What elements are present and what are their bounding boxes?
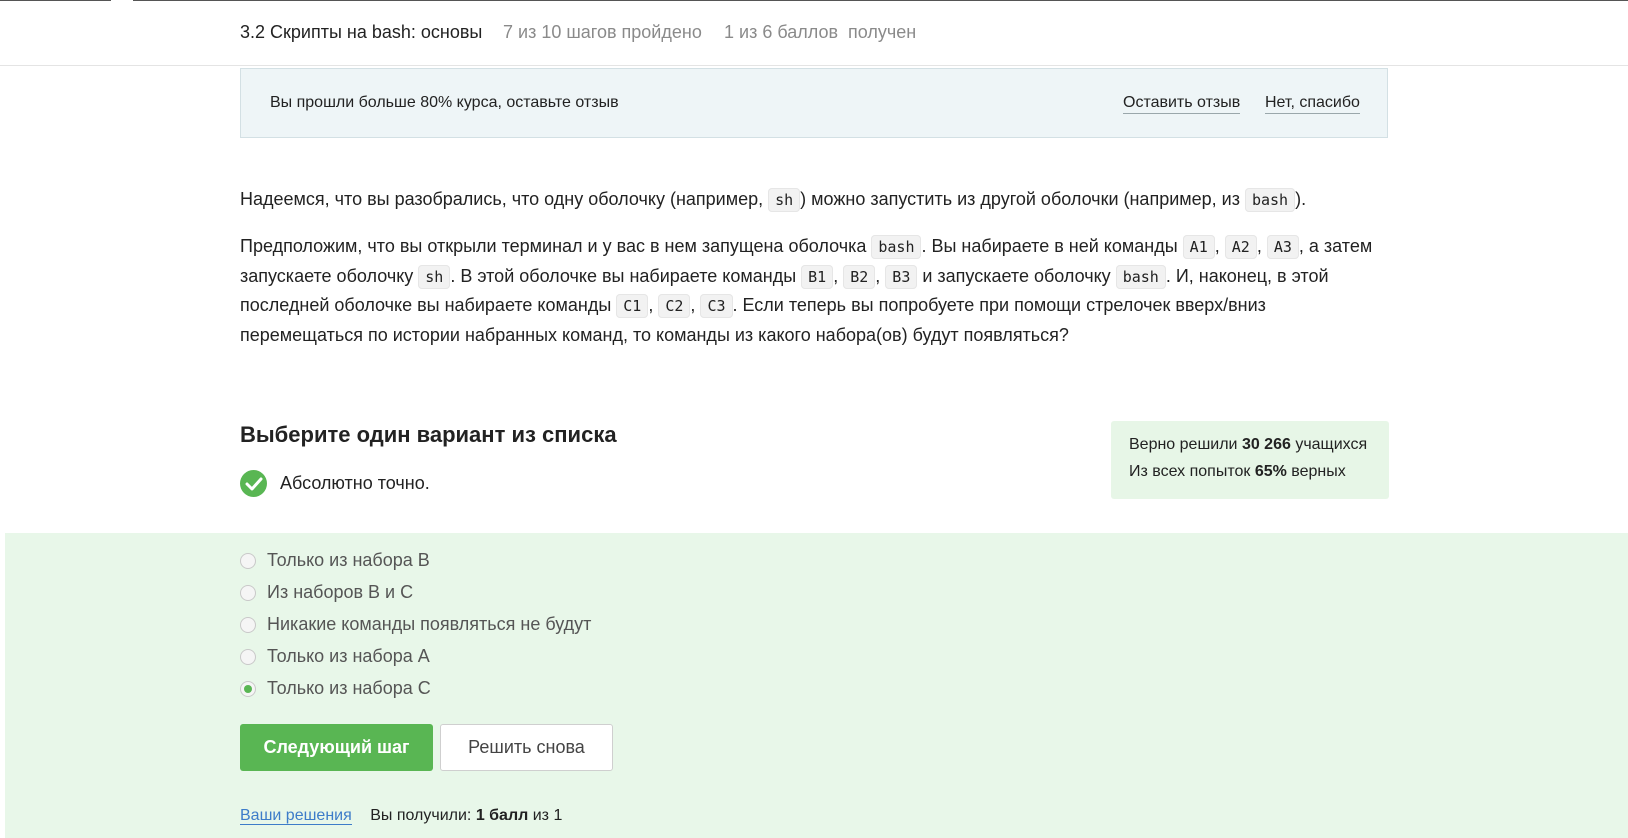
feedback-message: Вы прошли больше 80% курса, оставьте отз… — [270, 94, 619, 111]
option-label: Только из набора C — [267, 678, 431, 698]
code-sh: sh — [418, 264, 451, 289]
text-span: ). — [1295, 189, 1307, 209]
radio-button-selected[interactable] — [240, 681, 256, 697]
separator: , — [1214, 236, 1225, 256]
code-c2: C2 — [658, 294, 691, 319]
separator: , — [690, 295, 701, 316]
text-span: Надеемся, что вы разобрались, что одну о… — [240, 189, 769, 209]
radio-button[interactable] — [240, 649, 256, 665]
option-label: Только из набора B — [267, 550, 430, 570]
feedback-banner: Вы прошли больше 80% курса, оставьте отз… — [240, 68, 1388, 138]
text-span: Предположим, что вы открыли терминал и у… — [240, 236, 872, 256]
lesson-title[interactable]: 3.2 Скрипты на bash: основы — [240, 22, 482, 43]
retry-button[interactable]: Решить снова — [440, 724, 613, 771]
checkmark-icon — [245, 477, 263, 491]
attempts-percent: 65% — [1254, 463, 1287, 480]
received-value: 1 балл — [475, 807, 529, 824]
check-circle-icon — [240, 470, 267, 497]
result-text: Абсолютно точно. — [280, 473, 430, 493]
radio-button[interactable] — [240, 617, 256, 633]
code-c3: C3 — [700, 294, 733, 319]
radio-button[interactable] — [240, 585, 256, 601]
next-step-button[interactable]: Следующий шаг — [240, 724, 433, 771]
submission-footer: Ваши решения Вы получили: 1 балл из 1 — [240, 807, 562, 825]
text-span: и запускаете оболочку — [917, 265, 1116, 286]
stats-box: Верно решили 30 266 учащихся Из всех поп… — [1111, 421, 1389, 499]
code-bash: bash — [1244, 188, 1296, 212]
code-a1: A1 — [1182, 235, 1215, 259]
option-label: Никакие команды появляться не будут — [267, 614, 592, 634]
attempts-stat: Из всех попыток 65% верных — [1129, 463, 1346, 481]
code-b3: B3 — [885, 264, 918, 289]
code-bash: bash — [871, 235, 922, 259]
option-label: Из наборов B и C — [267, 582, 414, 602]
radio-button[interactable] — [240, 553, 256, 569]
received-label: Вы получили: — [370, 807, 476, 824]
code-c1: C1 — [616, 294, 649, 319]
question-paragraph: Предположим, что вы открыли терминал и у… — [240, 232, 1390, 350]
text-span: . Вы набираете в ней команды — [921, 236, 1183, 256]
separator: , — [648, 295, 659, 316]
stat-text: Верно решили — [1129, 436, 1242, 453]
text-span: ) можно запустить из другой оболочки (на… — [800, 189, 1245, 209]
stat-text: верных — [1286, 463, 1346, 480]
points-progress: 1 из 6 баллов получен — [724, 22, 917, 42]
code-a3: A3 — [1266, 235, 1299, 259]
text-span: . В этой оболочке вы набираете команды — [450, 265, 802, 286]
your-solutions-link[interactable]: Ваши решения — [240, 807, 352, 825]
code-a2: A2 — [1224, 235, 1257, 259]
received-suffix: из 1 — [528, 807, 563, 824]
code-bash: bash — [1115, 264, 1166, 289]
code-sh: sh — [768, 188, 801, 212]
solved-stat: Верно решили 30 266 учащихся — [1129, 436, 1367, 454]
stat-text: учащихся — [1290, 436, 1368, 453]
code-b1: B1 — [801, 264, 834, 289]
solved-count: 30 266 — [1241, 436, 1291, 453]
stat-text: Из всех попыток — [1129, 463, 1255, 480]
leave-feedback-link[interactable]: Оставить отзыв — [1123, 94, 1241, 114]
no-thanks-link[interactable]: Нет, спасибо — [1265, 94, 1360, 114]
separator: , — [833, 265, 844, 286]
option-label: Только из набора A — [267, 646, 430, 666]
code-b2: B2 — [843, 264, 876, 289]
steps-progress: 7 из 10 шагов пройдено — [503, 22, 702, 42]
lesson-header: 3.2 Скрипты на bash: основы 7 из 10 шаго… — [0, 0, 1628, 66]
intro-paragraph: Надеемся, что вы разобрались, что одну о… — [240, 185, 1390, 215]
separator: , — [1256, 236, 1267, 256]
quiz-title: Выберите один вариант из списка — [240, 422, 617, 447]
separator: , — [875, 265, 886, 286]
